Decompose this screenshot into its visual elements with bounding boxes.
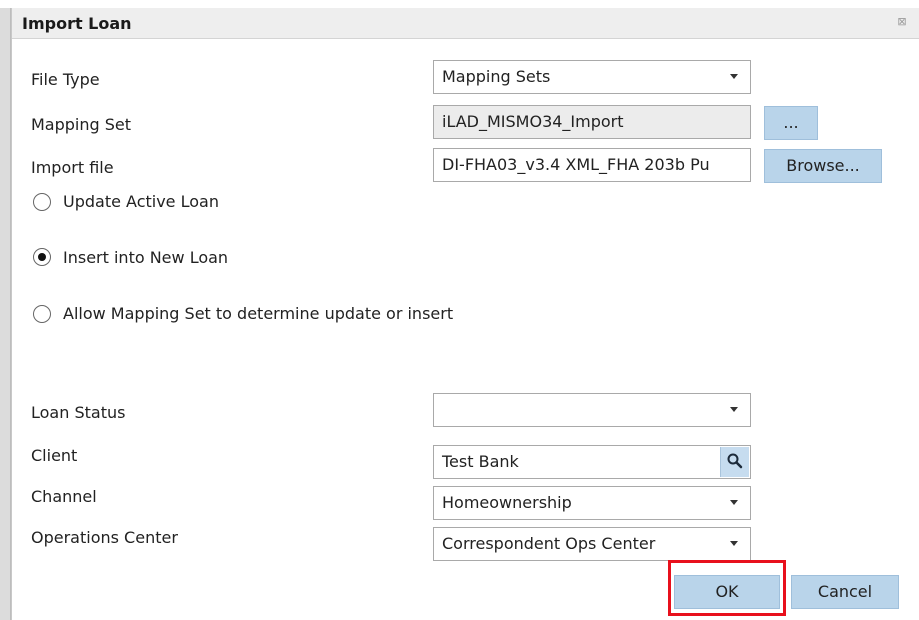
background-strip [0,0,919,8]
file-type-value: Mapping Sets [442,67,551,86]
import-loan-dialog: Import Loan ⊠ File Type Mapping Sets Map… [11,8,919,620]
operations-center-value: Correspondent Ops Center [442,534,656,553]
radio-insert-new-loan[interactable] [33,248,51,266]
mapping-set-field[interactable]: iLAD_MISMO34_Import [433,105,751,139]
mapping-set-browse-button[interactable]: ... [764,106,818,140]
channel-value: Homeownership [442,493,572,512]
operations-center-select[interactable]: Correspondent Ops Center [433,527,751,561]
dialog-titlebar: Import Loan ⊠ [12,8,919,39]
cancel-button[interactable]: Cancel [791,575,899,609]
import-file-value: DI-FHA03_v3.4 XML_FHA 203b Pu [442,155,710,174]
loan-status-select[interactable] [433,393,751,427]
chevron-down-icon [730,500,738,505]
radio-allow-mapping-set[interactable] [33,305,51,323]
import-file-label: Import file [31,158,114,177]
channel-select[interactable]: Homeownership [433,486,751,520]
dialog-title: Import Loan [22,14,132,33]
radio-allow-mapping-set-label: Allow Mapping Set to determine update or… [63,304,454,323]
ok-button[interactable]: OK [674,575,780,609]
radio-update-active-loan-label: Update Active Loan [63,192,219,211]
client-value: Test Bank [442,452,519,471]
loan-status-label: Loan Status [31,403,126,422]
file-type-select[interactable]: Mapping Sets [433,60,751,94]
close-icon[interactable]: ⊠ [896,16,908,28]
operations-center-label: Operations Center [31,528,178,547]
search-icon [727,453,743,469]
client-field[interactable]: Test Bank [433,445,751,479]
radio-update-active-loan[interactable] [33,193,51,211]
channel-label: Channel [31,487,97,506]
chevron-down-icon [730,74,738,79]
file-type-label: File Type [31,70,100,89]
radio-insert-new-loan-label: Insert into New Loan [63,248,229,267]
client-label: Client [31,446,78,465]
browse-button[interactable]: Browse... [764,149,882,183]
client-search-button[interactable] [720,447,749,477]
window-edge [0,8,11,620]
chevron-down-icon [730,407,738,412]
import-file-field[interactable]: DI-FHA03_v3.4 XML_FHA 203b Pu [433,148,751,182]
mapping-set-label: Mapping Set [31,115,132,134]
mapping-set-value: iLAD_MISMO34_Import [442,112,624,131]
chevron-down-icon [730,541,738,546]
